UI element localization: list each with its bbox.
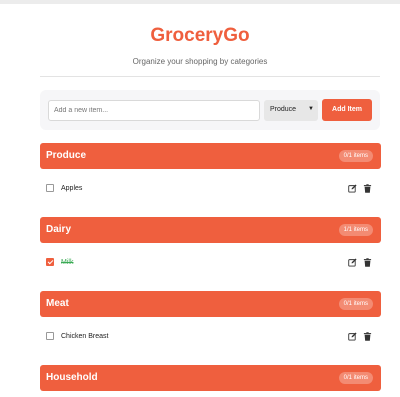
- divider: [40, 76, 380, 77]
- category-header-meat[interactable]: Meat 0/1 items: [40, 291, 381, 317]
- category-count-badge: 1/1 items: [338, 224, 373, 236]
- item-checkbox[interactable]: [46, 332, 54, 340]
- new-item-input[interactable]: [48, 100, 260, 121]
- add-item-bar: Produce ▼ Add Item: [40, 90, 380, 130]
- category-header-household[interactable]: Household 0/1 items: [40, 365, 381, 391]
- edit-icon[interactable]: [348, 258, 357, 267]
- category-count-badge: 0/1 items: [338, 298, 373, 310]
- chevron-down-icon: ▼: [308, 106, 314, 112]
- item-label: Milk: [61, 259, 74, 266]
- edit-icon[interactable]: [348, 332, 357, 341]
- item-checkbox[interactable]: [46, 258, 54, 266]
- list-item: Apples: [40, 171, 381, 207]
- item-label: Chicken Breast: [61, 333, 109, 340]
- category-name: Produce: [46, 150, 87, 161]
- category-select-value: Produce: [270, 106, 297, 113]
- item-label: Apples: [61, 185, 83, 192]
- category-name: Meat: [46, 298, 69, 309]
- list-item: Milk: [40, 245, 381, 281]
- category-count-badge: 0/1 items: [338, 372, 373, 384]
- trash-icon[interactable]: [363, 184, 372, 193]
- add-item-button[interactable]: Add Item: [322, 99, 372, 121]
- app-page: GroceryGo Organize your shopping by cate…: [0, 0, 400, 397]
- category-header-produce[interactable]: Produce 0/1 items: [40, 143, 381, 169]
- category-count-badge: 0/1 items: [338, 150, 373, 162]
- category-select[interactable]: Produce ▼: [264, 100, 318, 121]
- category-header-dairy[interactable]: Dairy 1/1 items: [40, 217, 381, 243]
- trash-icon[interactable]: [363, 258, 372, 267]
- trash-icon[interactable]: [363, 332, 372, 341]
- app-subtitle: Organize your shopping by categories: [132, 57, 268, 66]
- edit-icon[interactable]: [348, 184, 357, 193]
- category-name: Household: [46, 372, 98, 383]
- item-checkbox[interactable]: [46, 184, 54, 192]
- category-name: Dairy: [46, 224, 72, 235]
- top-strip: [0, 0, 400, 4]
- list-item: Chicken Breast: [40, 319, 381, 355]
- app-title: GroceryGo: [150, 25, 250, 46]
